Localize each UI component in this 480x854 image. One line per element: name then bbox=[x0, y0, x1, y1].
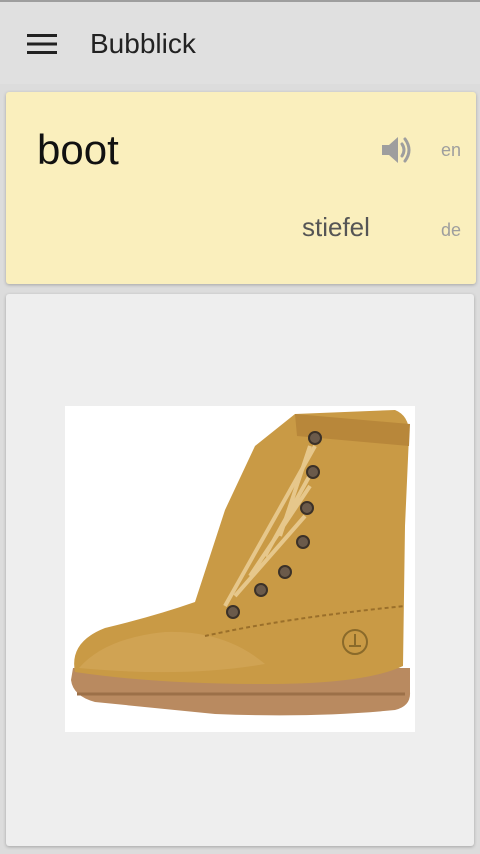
app-toolbar: Bubblick bbox=[0, 0, 480, 84]
speaker-icon bbox=[382, 137, 411, 163]
app-title: Bubblick bbox=[90, 28, 196, 59]
translation-language-label: de bbox=[441, 220, 462, 240]
menu-icon bbox=[27, 34, 57, 54]
image-card bbox=[6, 294, 474, 846]
speaker-button[interactable] bbox=[376, 130, 416, 170]
word-text: boot bbox=[37, 126, 119, 173]
word-card: boot en stiefel de bbox=[6, 92, 476, 284]
translation-text: stiefel bbox=[302, 212, 370, 242]
word-language-label: en bbox=[441, 140, 462, 160]
menu-button[interactable] bbox=[20, 24, 64, 64]
word-image bbox=[65, 406, 415, 732]
boot-image bbox=[71, 410, 411, 716]
